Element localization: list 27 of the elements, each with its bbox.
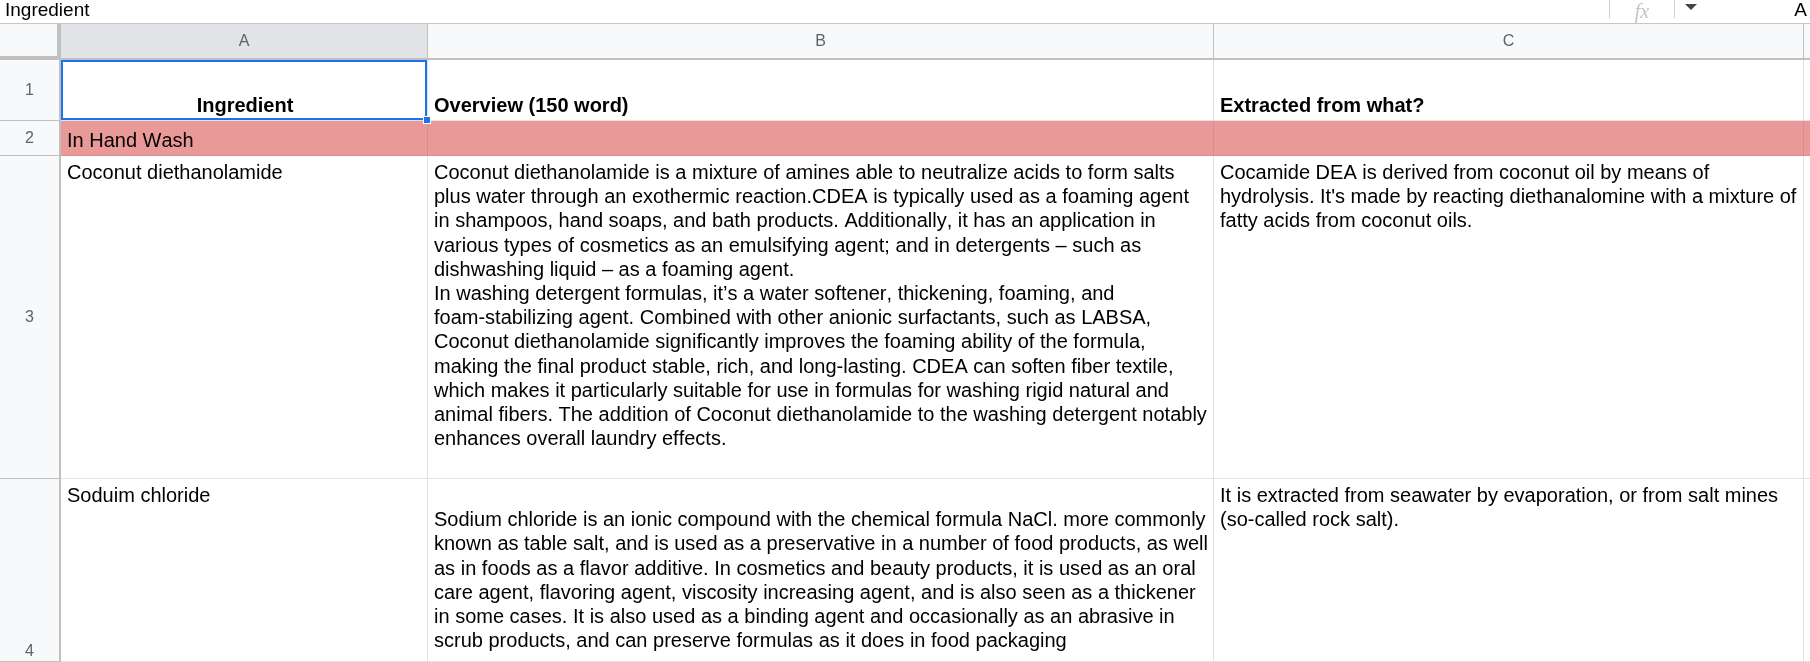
- table-cell[interactable]: Sodium chloride is an ionic compound with the chemical formula NaCl. more commonly known as table salt, and is used as a preservative in a number of food products, as well as in foods as a flavor additive. In cosmetics and beauty products, it is used as an oral care agent, flavoring agent, viscosity increasing agent, and is also seen as a thickener in some cases. It is also used as a binding agent and occasionally as an abrasive in scrub products, and can preserve formulas as it does in food packaging: [428, 479, 1214, 662]
- formula-input[interactable]: Ingredient: [0, 0, 1609, 20]
- fill-handle[interactable]: [423, 116, 431, 124]
- table-cell[interactable]: Soduim chloride: [61, 479, 428, 662]
- table-cell[interactable]: Ingredient: [61, 60, 428, 121]
- select-all-corner[interactable]: [0, 24, 61, 60]
- table-cell[interactable]: [428, 121, 1214, 156]
- caret-icon[interactable]: [1685, 4, 1697, 10]
- column-header[interactable]: [1804, 24, 1810, 60]
- column-header[interactable]: B: [428, 24, 1214, 60]
- row-header[interactable]: 2: [0, 121, 61, 156]
- column-header[interactable]: A: [61, 24, 428, 60]
- row-header[interactable]: 3: [0, 156, 61, 479]
- column-header[interactable]: C: [1214, 24, 1804, 60]
- table-cell[interactable]: Coconut diethanolamide: [61, 156, 428, 479]
- table-cell[interactable]: Overview (150 word): [428, 60, 1214, 121]
- table-cell[interactable]: [1214, 121, 1804, 156]
- row-header[interactable]: 1: [0, 60, 61, 121]
- row-header[interactable]: 4: [0, 479, 61, 662]
- fx-label: fx: [1633, 0, 1651, 23]
- table-cell[interactable]: In Hand Wash: [61, 121, 428, 156]
- table-cell[interactable]: Cocamide DEA is derived from coconut oil by means of hydrolysis. It's made by reacting diethanalomine with a mixture of fatty acids from coconut oils.: [1214, 156, 1804, 479]
- table-cell[interactable]: [1804, 121, 1810, 156]
- table-cell[interactable]: Extracted from what?: [1214, 60, 1804, 121]
- table-cell[interactable]: Coconut diethanolamide is a mixture of amines able to neutralize acids to form salts plus water through an exothermic reaction.CDEA is typically used as a foaming agent in shampoos, hand soaps, and bath products. Additionally, it has an application in various types of cosmetics as an emulsifying agent; and in detergents – such as dishwashing liquid – as a foaming agent. In washing detergent formulas, it’s a water softener, thickening, foaming, and foam-stabilizing agent. Combined with other anionic surfactants, such as LABSA, Coconut diethanolamide significantly improves the foaming ability of the formula, making the final product stable, rich, and long-lasting. CDEA can soften fiber textile, which makes it particularly suitable for use in formulas for washing rigid natural and animal fibers. The addition of Coconut diethanolamide to the washing detergent notably enhances overall laundry effects.: [428, 156, 1214, 479]
- table-cell[interactable]: It is extracted from seawater by evaporation, or from salt mines (so-called rock salt).: [1214, 479, 1804, 662]
- toolbar-text: A: [1794, 0, 1807, 20]
